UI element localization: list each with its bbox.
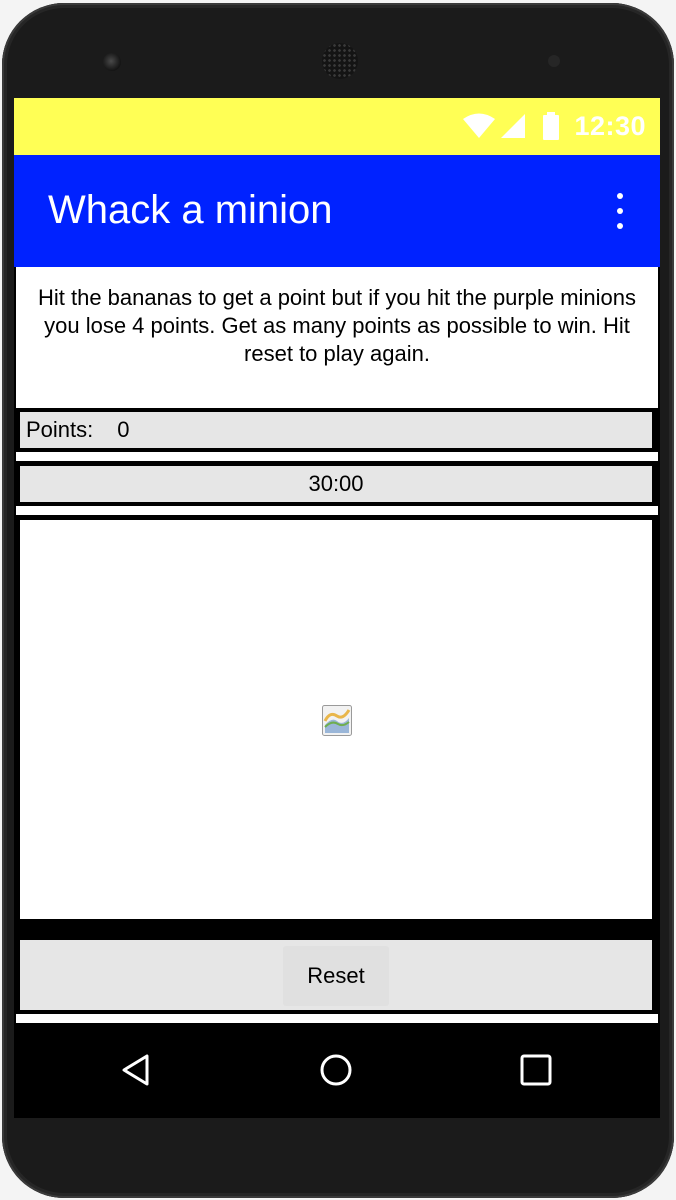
phone-frame: 12:30 Whack a minion Hit the bananas to … (2, 3, 674, 1198)
cell-signal-icon (501, 114, 526, 138)
wifi-icon (463, 113, 496, 138)
menu-dot (617, 208, 623, 214)
recents-icon-glyph (520, 1054, 552, 1086)
more-vert-icon[interactable] (610, 193, 630, 229)
reset-panel: Reset (20, 940, 652, 1010)
battery-icon (543, 112, 560, 140)
status-bar: 12:30 (14, 98, 660, 155)
divider-strip (16, 506, 658, 515)
home-icon[interactable] (311, 1045, 361, 1095)
menu-dot (617, 223, 623, 229)
home-icon-glyph (320, 1054, 352, 1086)
divider-strip (16, 452, 658, 461)
app-title: Whack a minion (48, 188, 333, 232)
broken-image-icon (322, 705, 352, 736)
earpiece-speaker (322, 43, 358, 79)
instructions-text: Hit the bananas to get a point but if yo… (16, 267, 658, 408)
points-display: Points: 0 (20, 412, 652, 448)
game-canvas[interactable] (20, 520, 652, 919)
menu-dot (617, 193, 623, 199)
app-content: Hit the bananas to get a point but if yo… (16, 267, 658, 1025)
back-icon[interactable] (111, 1045, 161, 1095)
status-icons: 12:30 (462, 108, 646, 144)
back-icon-glyph (122, 1054, 149, 1086)
reset-button[interactable]: Reset (283, 946, 389, 1006)
proximity-sensor (548, 55, 560, 67)
screen: 12:30 Whack a minion Hit the bananas to … (14, 98, 660, 1118)
divider-strip (16, 1014, 658, 1023)
status-clock: 12:30 (574, 110, 646, 141)
recents-icon[interactable] (511, 1045, 561, 1095)
app-bar: Whack a minion (14, 155, 660, 267)
points-value: 0 (117, 417, 130, 442)
timer-display: 30:00 (20, 466, 652, 502)
front-camera (103, 53, 121, 71)
points-label: Points: (26, 417, 94, 442)
navigation-bar (14, 1025, 660, 1118)
